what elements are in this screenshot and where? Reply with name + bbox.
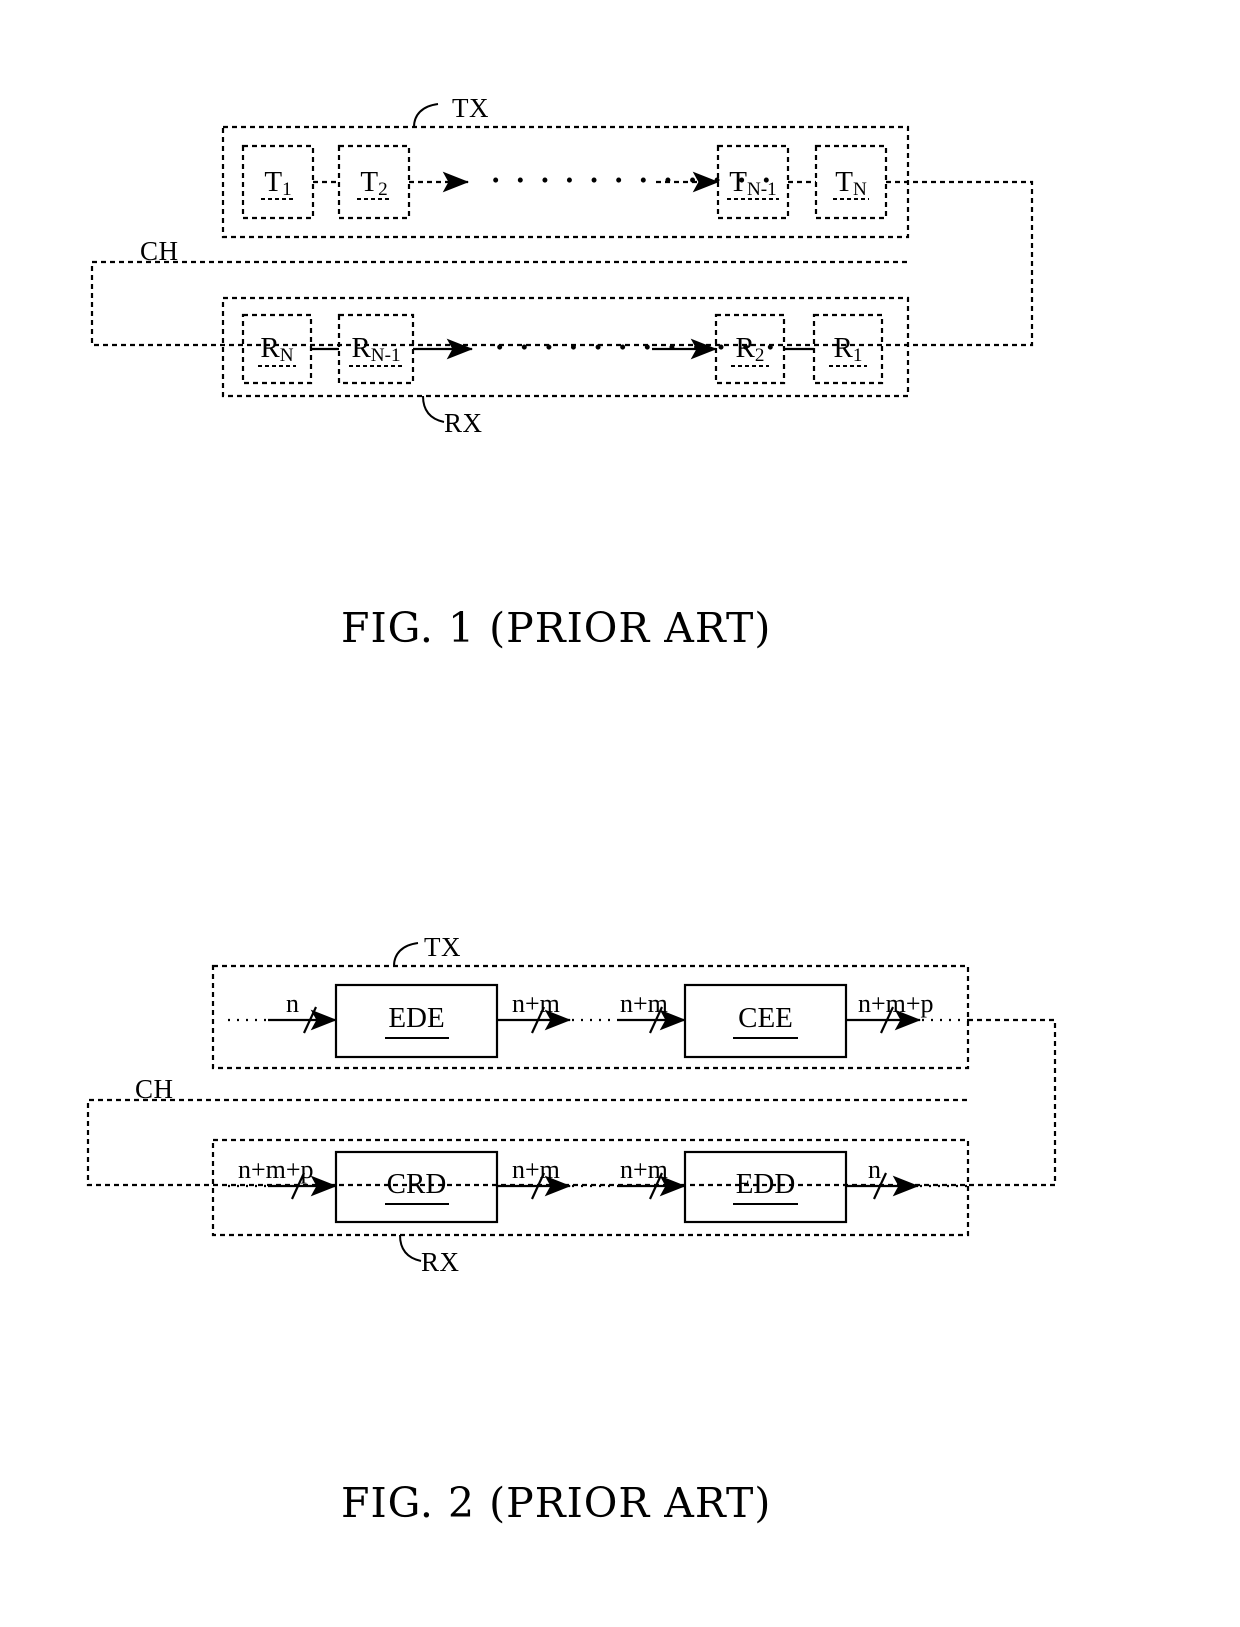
fig1-block-r1-text: R1 (833, 332, 863, 367)
fig1-tx-leader (413, 103, 439, 128)
fig2-rx-bus-label-3: n+m (620, 1155, 668, 1184)
fig2-channel-path (86, 1018, 1057, 1187)
fig2-tx-bus-label-1: n (286, 989, 299, 1018)
fig1-block-rn1-text: RN-1 (351, 332, 401, 367)
fig2-block-cee-text: CEE (738, 1002, 793, 1034)
fig2-caption: FIG. 2 (PRIOR ART) (341, 1479, 772, 1527)
fig2-rx-leader (399, 1234, 422, 1262)
fig2-rx-label: RX (421, 1247, 460, 1277)
diagram-vector-layer (86, 103, 1057, 1262)
fig1-block-rn-text: RN (260, 332, 294, 367)
fig2-block-edd-text: EDD (735, 1168, 796, 1200)
fig1-tx-label: TX (452, 93, 489, 123)
fig2-rx-enclosure (211, 1138, 970, 1237)
figure-1 (0, 0, 1240, 1627)
fig2-tx-bus-label-4: n+m+p (858, 989, 934, 1018)
fig1-tx-output-to-channel (90, 180, 1034, 347)
fig1-caption: FIG. 1 (PRIOR ART) (341, 604, 772, 652)
fig2-rx-bus-label-1: n+m+p (238, 1155, 314, 1184)
fig2-tx-leader (393, 942, 419, 967)
fig2-ch-label: CH (135, 1074, 174, 1104)
fig1-rx-label: RX (444, 408, 483, 438)
fig2-block-crd-text: CRD (386, 1168, 447, 1200)
fig1-rx-leader (422, 395, 445, 423)
fig2-block-ede-text: EDE (388, 1002, 445, 1034)
fig1-block-t1-text: T1 (264, 166, 292, 201)
fig1-rx-ellipsis: • • • • • • • • • • • • (496, 335, 780, 359)
fig2-tx-bus-label-2: n+m (512, 989, 560, 1018)
fig1-block-tn-text: TN (835, 166, 867, 201)
fig1-block-t2-text: T2 (360, 166, 388, 201)
fig2-rx-bus-label-4: n (868, 1155, 881, 1184)
fig2-rx-bus-label-2: n+m (512, 1155, 560, 1184)
fig1-tx-ellipsis: • • • • • • • • • • • • (492, 168, 776, 192)
fig2-tx-enclosure (211, 964, 970, 1070)
fig2-tx-bus-label-3: n+m (620, 989, 668, 1018)
fig1-ch-label: CH (140, 236, 179, 266)
fig2-tx-label: TX (424, 932, 461, 962)
